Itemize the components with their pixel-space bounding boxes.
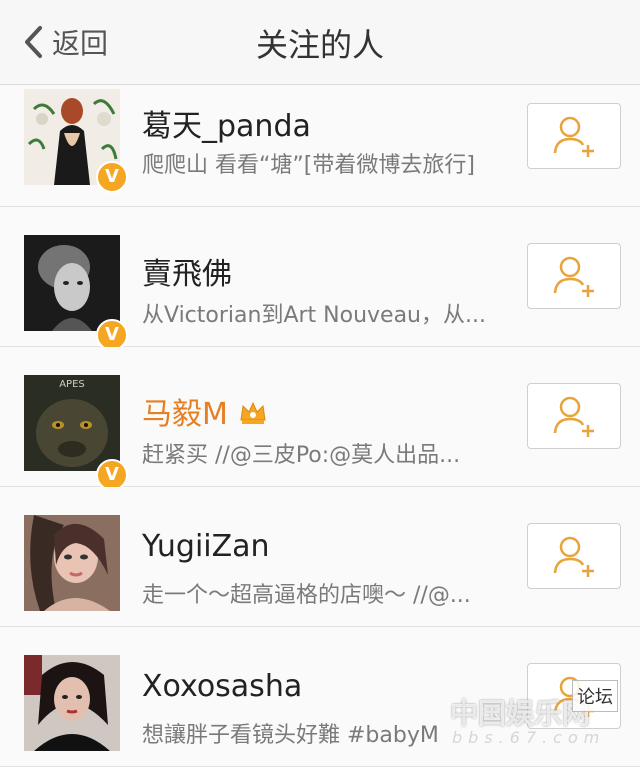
watermark-url: bbs.67.com [452, 728, 606, 747]
page-title: 关注的人 [255, 26, 384, 64]
user-name[interactable]: Xoxosasha [142, 669, 302, 704]
user-description: 走一个～超高逼格的店噢～ //@... [142, 583, 471, 608]
avatar-text: APES [59, 379, 85, 390]
user-description: 赶紧买 //@三皮Po:@莫人出品... [142, 443, 461, 468]
avatar[interactable]: APES [24, 375, 120, 471]
avatar[interactable] [24, 655, 120, 751]
add-follow-button[interactable] [527, 383, 621, 449]
user-name-text: 马毅M [142, 397, 228, 432]
add-user-icon [553, 536, 594, 577]
verified-badge-icon: V [96, 161, 128, 193]
list-item[interactable]: V 葛天_panda 爬爬山 看看“塘”[带着微博去旅行] [0, 85, 640, 207]
add-user-icon [553, 256, 594, 297]
user-name[interactable]: 马毅M [142, 389, 268, 434]
watermark: 中国娱乐网 bbs.67.com 论坛 [440, 680, 640, 759]
user-description: 爬爬山 看看“塘”[带着微博去旅行] [142, 153, 475, 178]
user-description: 从Victorian到Art Nouveau，从... [142, 303, 486, 328]
avatar[interactable] [24, 515, 120, 611]
list-item[interactable]: V 賣飛佛 从Victorian到Art Nouveau，从... [0, 207, 640, 351]
add-user-icon [553, 396, 594, 437]
user-name[interactable]: 葛天_panda [142, 101, 311, 145]
avatar[interactable] [24, 235, 120, 331]
following-list: V 葛天_panda 爬爬山 看看“塘”[带着微博去旅行] V 賣飛佛 从Vic… [0, 85, 640, 767]
watermark-forum-label: 论坛 [572, 680, 618, 712]
user-name[interactable]: 賣飛佛 [142, 249, 232, 293]
add-follow-button[interactable] [527, 243, 621, 309]
nav-bar: 返回 关注的人 [0, 0, 640, 85]
list-item[interactable]: YugiiZan 走一个～超高逼格的店噢～ //@... [0, 487, 640, 627]
crown-icon [238, 398, 268, 434]
list-item[interactable]: APES V 马毅M 赶紧买 //@三皮Po:@莫人出品... [0, 347, 640, 491]
add-follow-button[interactable] [527, 103, 621, 169]
add-follow-button[interactable] [527, 523, 621, 589]
add-user-icon [553, 116, 594, 157]
user-name[interactable]: YugiiZan [142, 529, 270, 564]
watermark-site-name: 中国娱乐网 [450, 697, 591, 730]
